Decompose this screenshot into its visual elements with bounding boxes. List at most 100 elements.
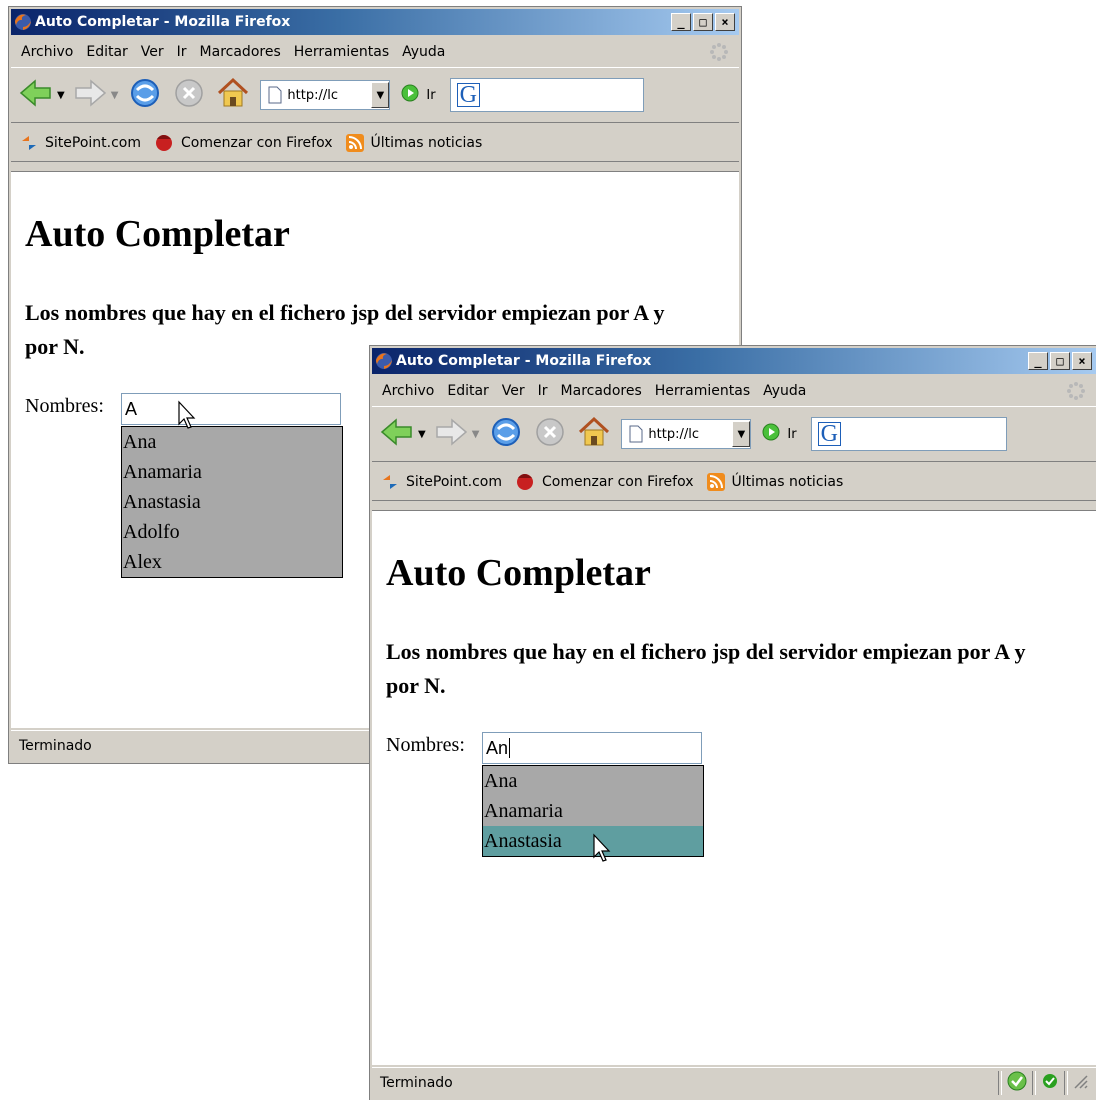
sitepoint-icon: [383, 475, 397, 489]
bookmark-noticias[interactable]: Últimas noticias: [706, 472, 843, 492]
page-subtitle: Los nombres que hay en el fichero jsp de…: [386, 639, 1026, 698]
menu-archivo[interactable]: Archivo: [21, 44, 73, 60]
rss-icon: [345, 134, 364, 152]
google-icon[interactable]: G: [456, 83, 480, 107]
page-heading: Auto Completar: [386, 552, 651, 594]
close-button[interactable]: ×: [715, 13, 735, 31]
back-arrow-icon[interactable]: [380, 417, 414, 451]
menu-bar: Archivo Editar Ver Ir Marcadores Herrami…: [11, 39, 739, 65]
stop-icon[interactable]: [174, 78, 204, 112]
bookmark-sitepoint[interactable]: SitePoint.com: [19, 133, 141, 153]
back-dropdown-icon[interactable]: ▼: [418, 429, 426, 440]
nombres-label: Nombres:: [386, 734, 465, 756]
url-text: http://lc: [648, 426, 699, 442]
url-text: http://lc: [287, 87, 338, 103]
status-bar: Terminado: [372, 1067, 1096, 1098]
suggestion-item[interactable]: Ana: [122, 427, 342, 457]
menu-bar: Archivo Editar Ver Ir Marcadores Herrami…: [372, 378, 1096, 404]
nombres-input[interactable]: An: [482, 732, 702, 764]
suggestion-item[interactable]: Adolfo: [122, 517, 342, 547]
suggestion-item[interactable]: Ana: [483, 766, 703, 796]
forward-arrow-icon[interactable]: [434, 417, 468, 451]
menu-marcadores[interactable]: Marcadores: [561, 383, 642, 399]
suggestion-item[interactable]: Anastasia: [122, 487, 342, 517]
menu-archivo[interactable]: Archivo: [382, 383, 434, 399]
title-bar[interactable]: Auto Completar - Mozilla Firefox _ □ ×: [11, 9, 739, 35]
maximize-button[interactable]: □: [693, 13, 713, 31]
suggestion-item[interactable]: Anamaria: [122, 457, 342, 487]
back-dropdown-icon[interactable]: ▼: [57, 90, 65, 101]
suggestion-item[interactable]: Alex: [122, 547, 342, 577]
bookmark-sitepoint[interactable]: SitePoint.com: [380, 472, 502, 492]
google-icon[interactable]: G: [817, 422, 841, 446]
close-button[interactable]: ×: [1072, 352, 1092, 370]
forward-dropdown-icon[interactable]: ▼: [111, 90, 119, 101]
window-title: Auto Completar - Mozilla Firefox: [35, 14, 291, 30]
maximize-button[interactable]: □: [1050, 352, 1070, 370]
input-value: An: [486, 738, 509, 758]
validation-check-icon[interactable]: [1006, 1070, 1028, 1096]
bookmark-comenzar[interactable]: Comenzar con Firefox: [514, 472, 694, 492]
reload-icon[interactable]: [489, 415, 523, 453]
bookmark-label: Últimas noticias: [370, 135, 483, 151]
back-arrow-icon[interactable]: [19, 78, 53, 112]
url-dropdown-button[interactable]: ▼: [371, 82, 390, 108]
menu-ayuda[interactable]: Ayuda: [763, 383, 806, 399]
menu-ir[interactable]: Ir: [538, 383, 548, 399]
nombres-input[interactable]: A: [121, 393, 341, 425]
suggestion-item[interactable]: Anamaria: [483, 796, 703, 826]
page-icon: [268, 86, 282, 104]
url-field[interactable]: http://lc ▼: [260, 80, 391, 110]
reload-icon[interactable]: [128, 76, 162, 114]
page-icon: [629, 425, 643, 443]
menu-ver[interactable]: Ver: [502, 383, 525, 399]
nombres-label: Nombres:: [25, 395, 104, 417]
go-icon[interactable]: [761, 422, 781, 446]
bookmark-noticias[interactable]: Últimas noticias: [345, 133, 483, 153]
menu-ver[interactable]: Ver: [141, 44, 164, 60]
menu-herramientas[interactable]: Herramientas: [655, 383, 750, 399]
url-dropdown-button[interactable]: ▼: [732, 421, 751, 447]
minimize-button[interactable]: _: [671, 13, 691, 31]
url-field[interactable]: http://lc ▼: [621, 419, 752, 449]
menu-marcadores[interactable]: Marcadores: [200, 44, 281, 60]
home-icon[interactable]: [577, 416, 611, 452]
sitepoint-icon: [22, 136, 36, 150]
bookmark-label: SitePoint.com: [406, 474, 502, 490]
search-field[interactable]: G: [810, 417, 1007, 451]
status-separator: [998, 1071, 1002, 1095]
throbber-icon: [1066, 381, 1086, 401]
firefox-logo-icon: [375, 352, 393, 370]
bookmark-comenzar[interactable]: Comenzar con Firefox: [153, 133, 333, 153]
stop-icon[interactable]: [535, 417, 565, 451]
window-title: Auto Completar - Mozilla Firefox: [396, 353, 652, 369]
firefox-bookmark-icon: [517, 474, 533, 490]
title-bar[interactable]: Auto Completar - Mozilla Firefox _ □ ×: [372, 348, 1096, 374]
suggestion-list: Ana Anamaria Anastasia Adolfo Alex: [121, 426, 343, 578]
minimize-button[interactable]: _: [1028, 352, 1048, 370]
menu-editar[interactable]: Editar: [447, 383, 488, 399]
go-icon[interactable]: [400, 83, 420, 107]
menu-ayuda[interactable]: Ayuda: [402, 44, 445, 60]
home-icon[interactable]: [216, 77, 250, 113]
resize-grip-icon[interactable]: [1072, 1073, 1088, 1093]
text-caret: [509, 738, 511, 758]
status-separator: [1032, 1071, 1036, 1095]
menu-herramientas[interactable]: Herramientas: [294, 44, 389, 60]
rss-icon: [706, 473, 725, 491]
status-text: Terminado: [19, 738, 92, 754]
forward-dropdown-icon[interactable]: ▼: [472, 429, 480, 440]
bookmark-label: Comenzar con Firefox: [181, 135, 333, 151]
secure-check-icon[interactable]: [1040, 1071, 1060, 1095]
bookmarks-toolbar: SitePoint.com Comenzar con Firefox Últim…: [372, 464, 1096, 501]
page-heading: Auto Completar: [25, 213, 290, 255]
menu-ir[interactable]: Ir: [177, 44, 187, 60]
go-label[interactable]: Ir: [426, 88, 435, 103]
go-label[interactable]: Ir: [787, 427, 796, 442]
firefox-bookmark-icon: [156, 135, 172, 151]
forward-arrow-icon[interactable]: [73, 78, 107, 112]
search-field[interactable]: G: [449, 78, 644, 112]
throbber-icon: [709, 42, 729, 62]
menu-editar[interactable]: Editar: [86, 44, 127, 60]
bookmark-label: Comenzar con Firefox: [542, 474, 694, 490]
